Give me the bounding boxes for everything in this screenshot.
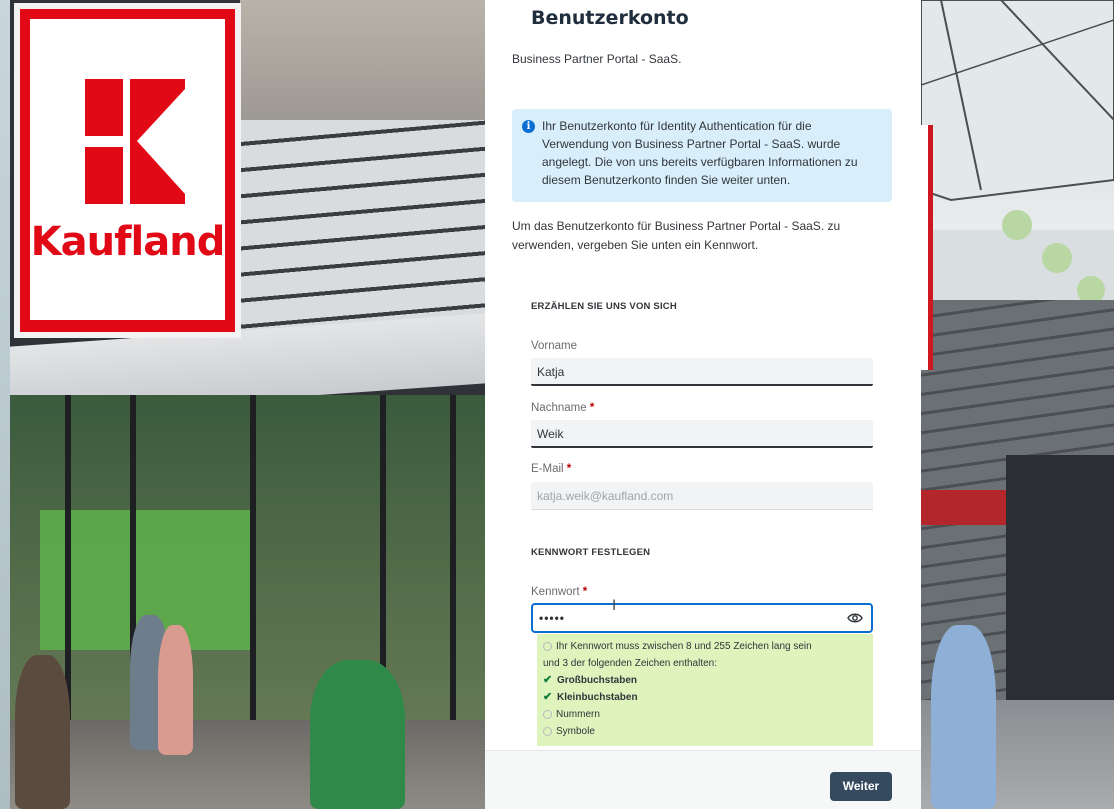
first-name-value: Katja <box>537 365 565 379</box>
shopper-figure <box>15 655 70 809</box>
shopper-figure <box>310 660 405 809</box>
last-name-field[interactable]: Weik <box>531 420 873 448</box>
eye-icon[interactable] <box>847 612 863 624</box>
unchecked-circle-icon <box>543 642 552 651</box>
first-name-field[interactable]: Katja <box>531 358 873 386</box>
required-marker: * <box>589 402 595 414</box>
unchecked-circle-icon <box>543 727 552 736</box>
shopper-figure <box>158 625 193 755</box>
store-facade-right <box>921 0 1114 809</box>
password-rule-item: ✔ Großbuchstaben <box>543 672 867 689</box>
password-value: ••••• <box>539 611 566 625</box>
text-cursor-icon: I <box>612 598 617 614</box>
logo-panel: Kaufland <box>30 19 225 320</box>
required-marker: * <box>582 586 588 598</box>
email-label: E-Mail * <box>531 463 572 475</box>
password-rule-item: Nummern <box>543 706 867 723</box>
section-heading-about: ERZÄHLEN SIE UNS VON SICH <box>531 301 677 312</box>
checkmark-icon: ✔ <box>543 691 553 703</box>
roof-structure <box>921 0 1114 304</box>
shopper-figure <box>931 625 996 809</box>
checkmark-icon: ✔ <box>543 674 553 686</box>
last-name-label: Nachname * <box>531 402 595 414</box>
password-rules-popover: Ihr Kennwort muss zwischen 8 und 255 Zei… <box>537 634 873 746</box>
kaufland-logo: Kaufland <box>14 3 241 338</box>
password-rule-item: Symbole <box>543 723 867 740</box>
section-heading-password: KENNWORT FESTLEGEN <box>531 547 651 558</box>
page-subtitle: Business Partner Portal - SaaS. <box>512 52 682 66</box>
password-rule-intro-line2: und 3 der folgenden Zeichen enthalten: <box>543 658 718 669</box>
account-form-panel: Benutzerkonto Business Partner Portal - … <box>485 0 921 809</box>
email-field[interactable]: katja.weik@kaufland.com <box>531 482 873 510</box>
first-name-label: Vorname <box>531 340 578 352</box>
password-rule-item: ✔ Kleinbuchstaben <box>543 689 867 706</box>
password-label: Kennwort * <box>531 586 588 598</box>
continue-button[interactable]: Weiter <box>830 772 892 801</box>
logo-wordmark: Kaufland <box>30 219 226 265</box>
intro-text: Um das Benutzerkonto für Business Partne… <box>512 219 841 252</box>
required-marker: * <box>566 463 572 475</box>
password-rule-intro: Ihr Kennwort muss zwischen 8 und 255 Zei… <box>543 638 867 655</box>
store-banner <box>921 490 1006 525</box>
info-message-text: Ihr Benutzerkonto für Identity Authentic… <box>542 119 858 187</box>
kaufland-k-icon <box>85 79 185 204</box>
info-message-strip: i Ihr Benutzerkonto für Identity Authent… <box>512 109 892 202</box>
page-title: Benutzerkonto <box>531 7 689 29</box>
info-icon: i <box>522 120 535 133</box>
unchecked-circle-icon <box>543 710 552 719</box>
email-value: katja.weik@kaufland.com <box>537 489 674 503</box>
sign-edge <box>921 125 933 370</box>
last-name-value: Weik <box>537 427 564 441</box>
password-field[interactable]: ••••• <box>531 603 873 633</box>
sidewalk <box>10 720 485 809</box>
facade-column <box>1006 455 1114 705</box>
